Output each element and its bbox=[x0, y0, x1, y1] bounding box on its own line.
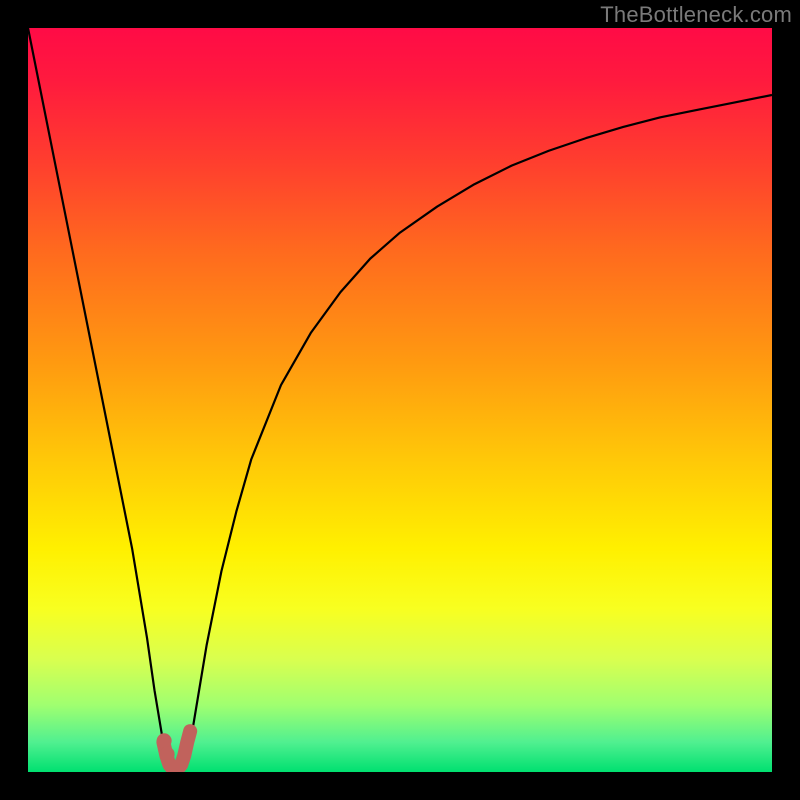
valley-marker-dot bbox=[157, 733, 172, 748]
chart-frame bbox=[28, 28, 772, 772]
chart-background bbox=[28, 28, 772, 772]
watermark-text: TheBottleneck.com bbox=[600, 2, 792, 28]
valley-marker-dot bbox=[160, 747, 175, 762]
bottleneck-chart bbox=[28, 28, 772, 772]
